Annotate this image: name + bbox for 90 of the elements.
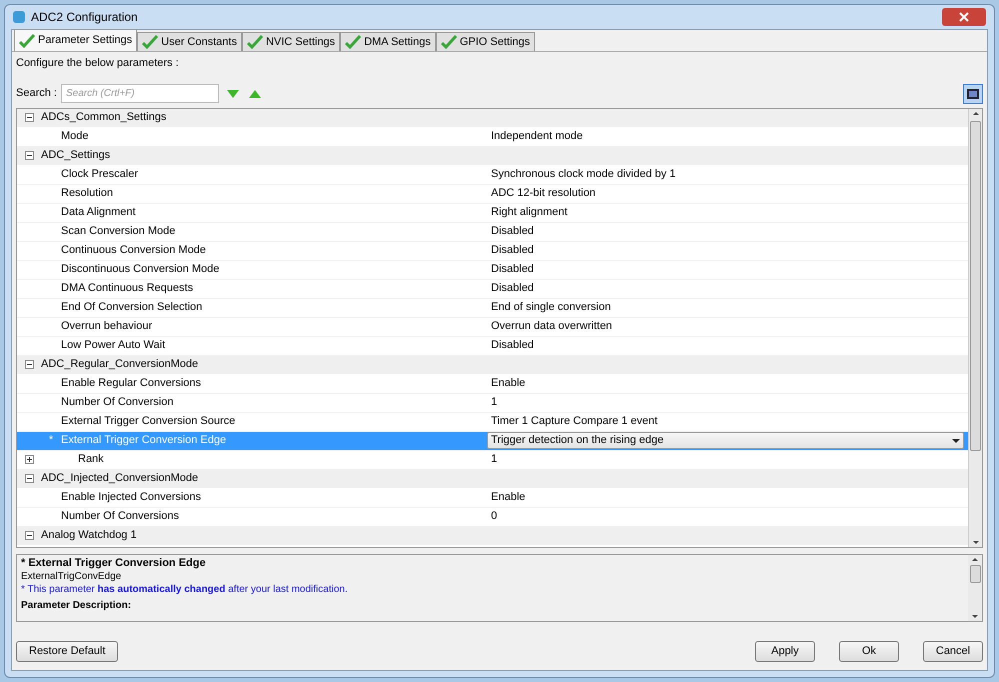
parameter-name: External Trigger Conversion Edge (61, 434, 226, 446)
dialog-button[interactable]: Ok (839, 640, 899, 662)
tab[interactable]: DMA Settings (340, 32, 436, 51)
parameter-value: 0 (490, 510, 498, 522)
dialog-button[interactable]: Apply (755, 640, 815, 662)
parameter-name: Enable Regular Conversions (61, 377, 202, 390)
intro-text: Configure the below parameters : (16, 57, 179, 69)
parameter-row[interactable]: Discontinuous Conversion Mode Disabled (17, 260, 968, 280)
parameter-name: Data Alignment (61, 206, 136, 218)
parameter-name: Rank (78, 453, 104, 466)
parameter-value: Right alignment (490, 206, 568, 218)
parameter-value: 1 (490, 396, 498, 408)
parameter-name: Clock Prescaler (61, 168, 138, 180)
parameter-row[interactable]: External Trigger Conversion Source Timer 1 Capture Compare 1 event (17, 412, 968, 432)
parameter-name: Discontinuous Conversion Mode (61, 263, 220, 276)
check-icon (345, 35, 362, 49)
group-label: ADCs_Common_Settings (41, 110, 166, 126)
collapse-icon[interactable] (24, 151, 34, 160)
parameter-name: Low Power Auto Wait (61, 339, 166, 352)
group-label: ADC_Injected_ConversionMode (41, 471, 198, 486)
parameter-name: DMA Continuous Requests (61, 282, 194, 294)
parameter-value: Enable (490, 491, 526, 504)
parameter-row[interactable]: Scan Conversion Mode Disabled (17, 222, 968, 242)
check-icon (19, 34, 35, 48)
tab[interactable]: Parameter Settings (14, 29, 138, 51)
parameter-row[interactable]: Overrun behaviour Overrun data overwritten (17, 318, 968, 336)
parameter-name: Mode (61, 130, 89, 142)
caret-icon (952, 438, 960, 442)
parameter-row[interactable]: Continuous Conversion Mode Disabled (17, 242, 968, 260)
group-label: ADC_Settings (41, 148, 110, 164)
collapse-icon[interactable] (24, 113, 34, 122)
parameter-row[interactable]: Rank 1 (17, 450, 968, 470)
description-title: * External Trigger Conversion Edge (21, 556, 207, 570)
parameter-name: End Of Conversion Selection (61, 301, 202, 314)
parameter-value: Overrun data overwritten (490, 320, 614, 332)
expand-icon[interactable] (24, 455, 34, 464)
table-view-button[interactable] (963, 84, 983, 104)
modified-marker: * (48, 434, 54, 446)
collapse-icon[interactable] (24, 531, 34, 540)
tab[interactable]: User Constants (137, 32, 242, 51)
parameter-name: Number Of Conversions (61, 510, 179, 522)
collapse-icon[interactable] (24, 360, 34, 369)
search-field[interactable]: Search (Crtl+F) (60, 84, 219, 103)
check-icon (440, 35, 457, 49)
parameter-value: 1 (490, 453, 498, 466)
scrollbar[interactable] (968, 108, 982, 546)
parameter-name: Number Of Conversion (61, 396, 174, 408)
group-label: Analog Watchdog 1 (41, 528, 137, 544)
restore-default-button[interactable]: Restore Default (16, 640, 118, 662)
tab[interactable]: NVIC Settings (242, 32, 340, 51)
tab[interactable]: GPIO Settings (436, 32, 536, 51)
group-label: ADC_Regular_ConversionMode (41, 357, 198, 372)
close-button[interactable] (942, 8, 986, 26)
parameter-value: ADC 12-bit resolution (490, 187, 597, 200)
collapse-icon[interactable] (24, 474, 34, 483)
parameter-value: Synchronous clock mode divided by 1 (490, 168, 677, 180)
parameter-value: Disabled (490, 282, 535, 294)
change-note: * This parameter has automatically changed after your last modification. (21, 582, 349, 596)
window-title: ADC2 Configuration (31, 9, 138, 26)
parameter-value: Disabled (490, 244, 535, 256)
dialog-button[interactable]: Cancel (923, 640, 983, 662)
parameter-name: Scan Conversion Mode (61, 225, 176, 238)
parameter-name: Enable Injected Conversions (61, 491, 202, 504)
parameter-row[interactable]: DMA Continuous Requests Disabled (17, 280, 968, 298)
parameter-value: Disabled (490, 339, 535, 352)
parameter-row[interactable]: Low Power Auto Wait Disabled (17, 336, 968, 356)
parameter-value: End of single conversion (490, 301, 612, 314)
parameter-row[interactable]: Data Alignment Right alignment (17, 204, 968, 222)
parameter-value: Enable (490, 377, 526, 390)
parameter-value: Disabled (490, 263, 535, 276)
parameter-row[interactable]: Number Of Conversion 1 (17, 394, 968, 412)
parameter-name: Continuous Conversion Mode (61, 244, 206, 256)
parameter-name: External Trigger Conversion Source (61, 415, 236, 428)
parameter-name: Resolution (61, 187, 113, 200)
parameter-name: Overrun behaviour (61, 320, 152, 332)
parameter-row[interactable]: Resolution ADC 12-bit resolution (17, 184, 968, 204)
close-icon (959, 12, 969, 22)
parameter-value: Disabled (490, 225, 535, 238)
search-label: Search : (16, 86, 57, 102)
check-icon (142, 35, 158, 49)
parameter-row[interactable]: * External Trigger Conversion Edge Trigger detection on the rising edge (17, 432, 968, 450)
check-icon (246, 35, 263, 49)
description-heading: Parameter Description: (21, 598, 132, 612)
parameter-id: ExternalTrigConvEdge (21, 570, 122, 582)
parameter-value: Independent mode (490, 130, 584, 142)
parameter-row[interactable]: Number Of Conversions 0 (17, 508, 968, 526)
scrollbar[interactable] (968, 554, 982, 620)
parameter-row[interactable]: End Of Conversion Selection End of single conversion (17, 298, 968, 318)
value-dropdown[interactable]: Trigger detection on the rising edge (487, 432, 964, 449)
parameter-value: Timer 1 Capture Compare 1 event (490, 415, 658, 428)
